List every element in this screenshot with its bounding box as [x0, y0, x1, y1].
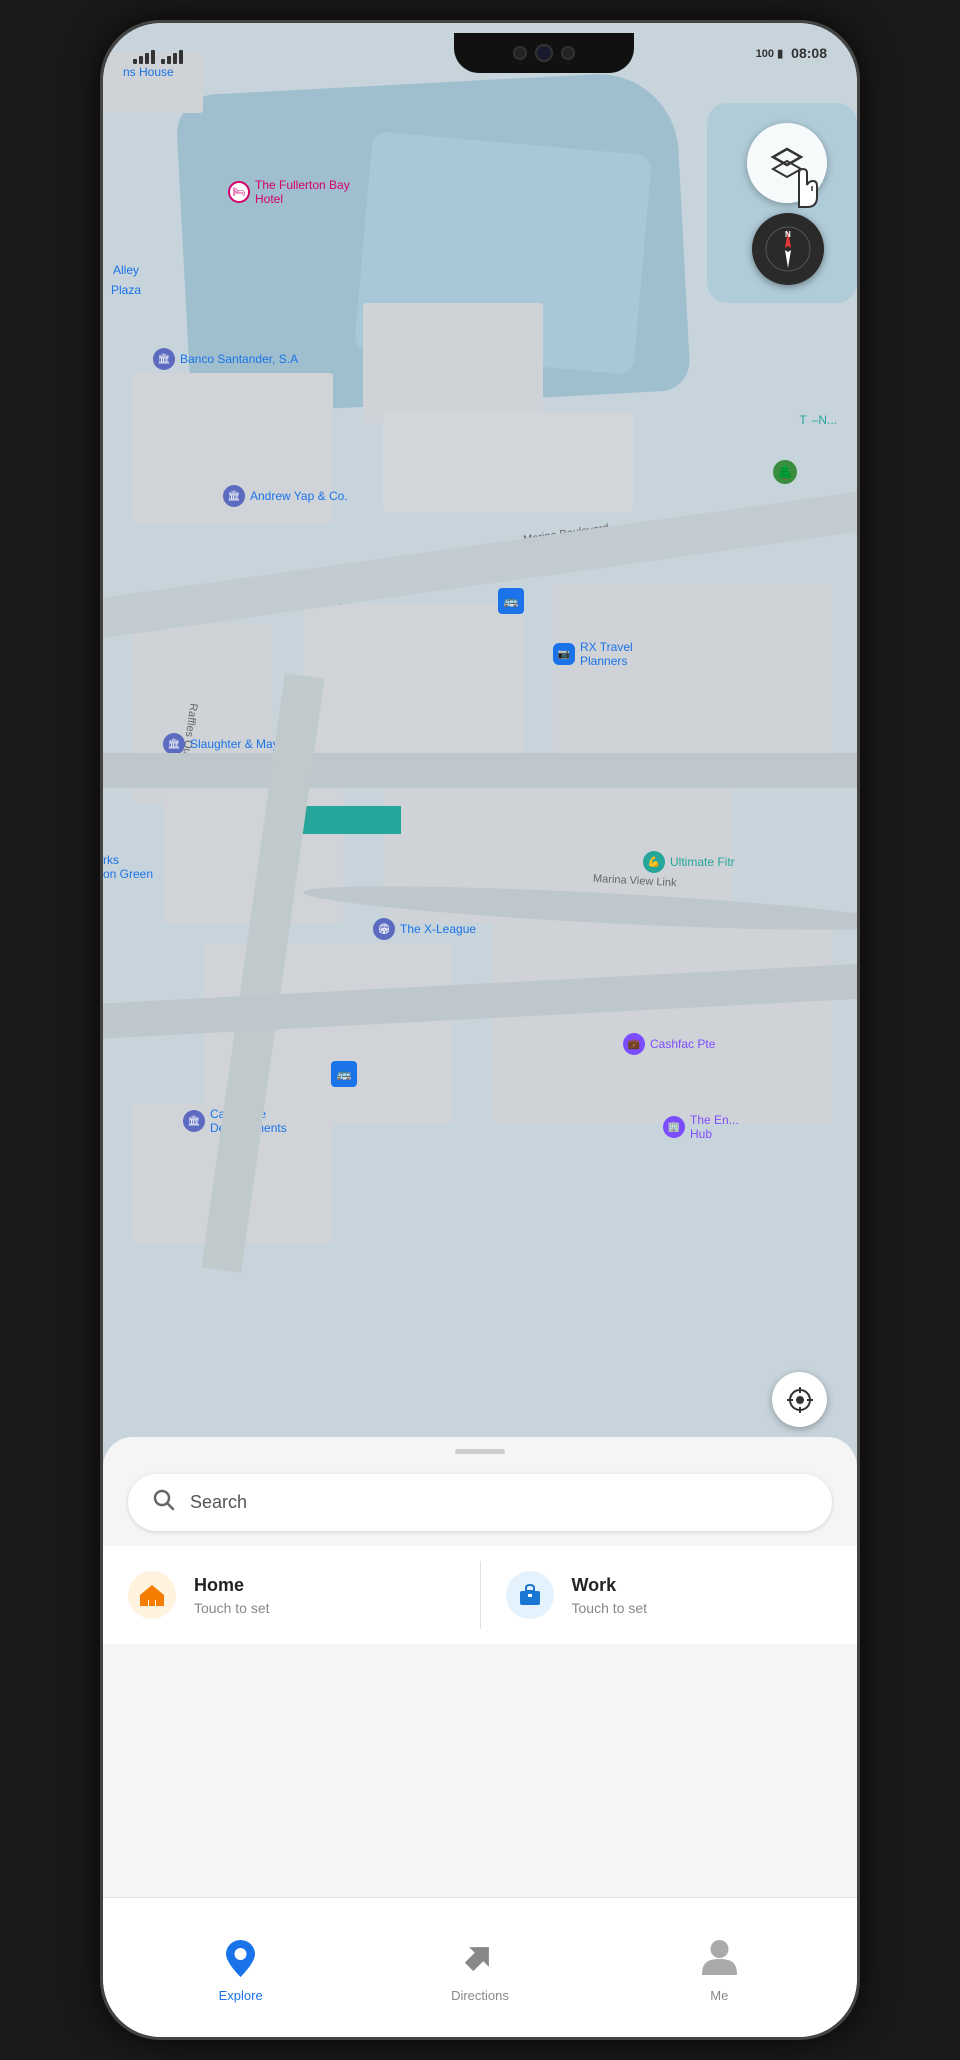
svg-text:N: N: [785, 230, 791, 239]
explore-label: Explore: [219, 1988, 263, 2003]
person-icon: [697, 1935, 742, 1980]
rks-green-label: rks on Green: [103, 853, 153, 881]
building-block-5: [303, 603, 523, 763]
fullerton-label: 🛏 The Fullerton Bay Hotel: [228, 178, 350, 206]
shortcuts-section: Home Touch to set Work: [103, 1546, 857, 1644]
fullerton-icon: 🛏: [228, 181, 250, 203]
work-icon-bg: [506, 1571, 554, 1619]
explore-pin-icon: [218, 1935, 263, 1980]
camera-notch: [454, 33, 634, 73]
home-icon-bg: [128, 1571, 176, 1619]
home-shortcut[interactable]: Home Touch to set: [103, 1546, 480, 1644]
cashfac-label: 💼 Cashfac Pte: [623, 1033, 715, 1055]
bottom-nav: Explore Directions: [103, 1897, 857, 2037]
rx-icon: 📷: [553, 643, 575, 665]
home-info: Home Touch to set: [194, 1575, 270, 1616]
work-icon: [516, 1581, 544, 1609]
t-label: T –N...: [799, 413, 837, 427]
search-placeholder: Search: [190, 1492, 247, 1513]
building-block-2: [363, 303, 543, 423]
cursor-hand: [779, 153, 829, 222]
andrew-yap-label: 🏛 Andrew Yap & Co.: [223, 485, 348, 507]
compass[interactable]: N: [752, 213, 824, 285]
work-label: Work: [572, 1575, 648, 1596]
road-secondary-1: [103, 753, 857, 788]
work-info: Work Touch to set: [572, 1575, 648, 1616]
status-bar: 100 ▮ 08:08: [103, 23, 857, 83]
search-svg-icon: [153, 1489, 175, 1511]
ultimate-fitr-label: 💪 Ultimate Fitr: [643, 851, 735, 873]
alley-plaza-label: Alley: [113, 263, 139, 277]
panel-handle: [455, 1449, 505, 1454]
directions-label: Directions: [451, 1988, 509, 2003]
slaughter-may-label: 🏛 Slaughter & May: [163, 733, 279, 755]
banco-santander-label: 🏛 Banco Santander, S.A: [153, 348, 298, 370]
cashfac-icon: 💼: [623, 1033, 645, 1055]
tree-marker: 🌲: [773, 460, 797, 484]
search-icon: [153, 1489, 175, 1516]
x-league-icon: 🏟: [373, 918, 395, 940]
time-display: 08:08: [791, 45, 827, 61]
me-icon: [694, 1932, 744, 1982]
bus-stop-2: 🚌: [331, 1061, 357, 1087]
work-subtitle: Touch to set: [572, 1600, 648, 1616]
the-en-label: 🏢 The En... Hub: [663, 1113, 739, 1141]
work-shortcut[interactable]: Work Touch to set: [481, 1546, 858, 1644]
battery-level: 100: [756, 48, 774, 60]
signal-bars-2: [161, 50, 183, 64]
compass-icon: N: [763, 224, 813, 274]
signal-bars-1: [133, 50, 155, 64]
search-bar[interactable]: Search: [128, 1474, 832, 1531]
rx-travel-label: 📷 RX Travel Planners: [553, 640, 633, 668]
nav-me[interactable]: Me: [674, 1922, 764, 2013]
battery-icon: 100 ▮: [756, 47, 783, 60]
signal-area: [133, 42, 333, 64]
andrew-yap-icon: 🏛: [223, 485, 245, 507]
slaughter-icon: 🏛: [163, 733, 185, 755]
nav-explore[interactable]: Explore: [196, 1922, 286, 2013]
directions-arrow-icon: [457, 1935, 502, 1980]
camera-sensor-2: [561, 46, 575, 60]
bottom-panel: Search Home Touch to set: [103, 1437, 857, 2037]
banco-icon: 🏛: [153, 348, 175, 370]
camera-lens: [535, 44, 553, 62]
camborne-icon: 🏛: [183, 1110, 205, 1132]
my-location-button[interactable]: [772, 1372, 827, 1427]
explore-icon: [216, 1932, 266, 1982]
bus-stop-1: 🚌: [498, 588, 524, 614]
building-block-10: [493, 923, 833, 1123]
nav-directions[interactable]: Directions: [431, 1922, 529, 2013]
directions-icon: [455, 1932, 505, 1982]
location-icon: [785, 1385, 815, 1415]
home-icon: [138, 1581, 166, 1609]
alley-plaza-label-2: Plaza: [111, 283, 141, 297]
building-block-3: [383, 413, 633, 513]
x-league-label: 🏟 The X-League: [373, 918, 476, 940]
building-block-6: [553, 583, 833, 763]
hand-icon: [779, 153, 829, 213]
me-label: Me: [710, 1988, 728, 2003]
status-right: 100 ▮ 08:08: [756, 45, 827, 61]
the-en-icon: 🏢: [663, 1116, 685, 1138]
camera-sensor: [513, 46, 527, 60]
home-label: Home: [194, 1575, 270, 1596]
home-subtitle: Touch to set: [194, 1600, 270, 1616]
ultimate-icon: 💪: [643, 851, 665, 873]
